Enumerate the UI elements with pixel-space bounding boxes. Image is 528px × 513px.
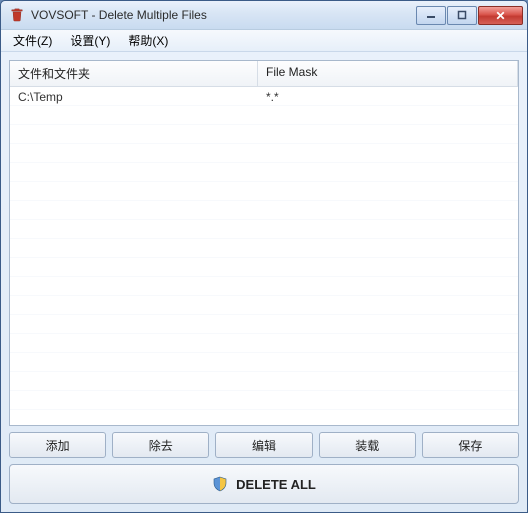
button-row: 添加 除去 编辑 装载 保存 bbox=[9, 432, 519, 458]
cell-path: C:\Temp bbox=[10, 87, 258, 107]
delete-all-button[interactable]: DELETE ALL bbox=[9, 464, 519, 504]
delete-all-label: DELETE ALL bbox=[236, 477, 316, 492]
menubar: 文件(Z) 设置(Y) 帮助(X) bbox=[1, 30, 527, 52]
menu-file[interactable]: 文件(Z) bbox=[5, 30, 60, 51]
cell-mask: *.* bbox=[258, 87, 518, 107]
remove-button[interactable]: 除去 bbox=[112, 432, 209, 458]
listview-header: 文件和文件夹 File Mask bbox=[10, 61, 518, 87]
menu-settings[interactable]: 设置(Y) bbox=[62, 30, 118, 51]
client-area: 文件和文件夹 File Mask C:\Temp *.* 添加 除去 编辑 装载… bbox=[1, 52, 527, 512]
header-path[interactable]: 文件和文件夹 bbox=[10, 61, 258, 86]
load-button[interactable]: 装载 bbox=[319, 432, 416, 458]
save-button[interactable]: 保存 bbox=[422, 432, 519, 458]
window-title: VOVSOFT - Delete Multiple Files bbox=[31, 8, 416, 22]
window-controls bbox=[416, 6, 523, 25]
listview-body[interactable]: C:\Temp *.* bbox=[10, 87, 518, 425]
table-row[interactable]: C:\Temp *.* bbox=[10, 87, 518, 107]
titlebar[interactable]: VOVSOFT - Delete Multiple Files bbox=[1, 1, 527, 30]
file-listview[interactable]: 文件和文件夹 File Mask C:\Temp *.* bbox=[9, 60, 519, 426]
minimize-button[interactable] bbox=[416, 6, 446, 25]
maximize-button[interactable] bbox=[447, 6, 477, 25]
edit-button[interactable]: 编辑 bbox=[215, 432, 312, 458]
add-button[interactable]: 添加 bbox=[9, 432, 106, 458]
app-trash-icon bbox=[9, 7, 25, 23]
app-window: VOVSOFT - Delete Multiple Files 文件(Z) 设置… bbox=[0, 0, 528, 513]
shield-icon bbox=[212, 476, 228, 492]
menu-help[interactable]: 帮助(X) bbox=[120, 30, 176, 51]
close-button[interactable] bbox=[478, 6, 523, 25]
header-mask[interactable]: File Mask bbox=[258, 61, 518, 86]
